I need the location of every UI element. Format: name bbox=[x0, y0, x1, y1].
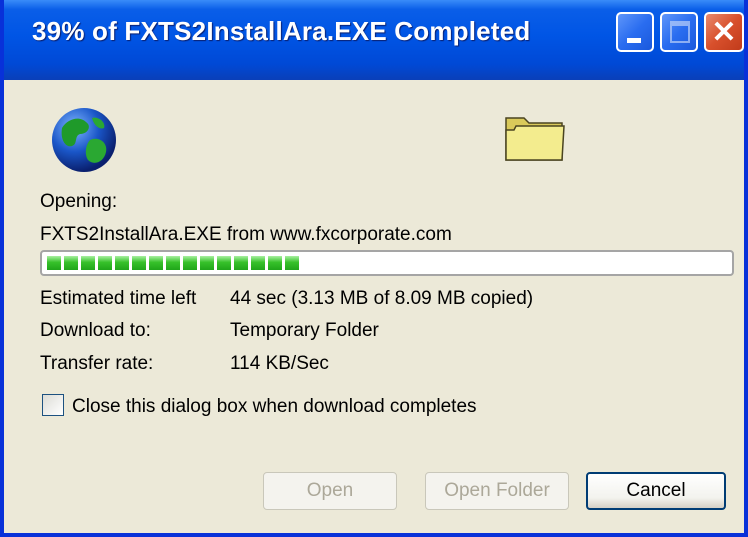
time-left-label: Estimated time left bbox=[40, 288, 197, 309]
open-button[interactable]: Open bbox=[263, 472, 397, 510]
download-to-label: Download to: bbox=[40, 320, 151, 341]
file-source-text: FXTS2InstallAra.EXE from www.fxcorporate… bbox=[40, 224, 452, 245]
cancel-button[interactable]: Cancel bbox=[586, 472, 726, 510]
progress-segment bbox=[200, 256, 214, 270]
progress-segment bbox=[183, 256, 197, 270]
progress-segment bbox=[149, 256, 163, 270]
globe-icon bbox=[52, 108, 116, 172]
download-dialog: 39% of FXTS2InstallAra.EXE Completed ✕ O… bbox=[0, 0, 748, 537]
transfer-rate-label: Transfer rate: bbox=[40, 353, 154, 374]
minimize-button[interactable] bbox=[616, 12, 654, 52]
close-when-done-label[interactable]: Close this dialog box when download comp… bbox=[72, 396, 477, 418]
progress-segment bbox=[217, 256, 231, 270]
progress-segment bbox=[98, 256, 112, 270]
folder-icon bbox=[505, 117, 565, 161]
progress-segment bbox=[166, 256, 180, 270]
close-button[interactable]: ✕ bbox=[704, 12, 744, 52]
minimize-icon bbox=[627, 38, 641, 43]
progress-segment bbox=[64, 256, 78, 270]
progress-segment bbox=[234, 256, 248, 270]
progress-segment bbox=[268, 256, 282, 270]
close-when-done-checkbox[interactable] bbox=[42, 394, 64, 416]
download-progress-bar bbox=[40, 250, 734, 276]
time-left-value: 44 sec (3.13 MB of 8.09 MB copied) bbox=[230, 288, 534, 309]
progress-segment bbox=[81, 256, 95, 270]
progress-segment bbox=[132, 256, 146, 270]
maximize-button bbox=[660, 12, 698, 52]
open-folder-button[interactable]: Open Folder bbox=[425, 472, 569, 510]
transfer-rate-value: 114 KB/Sec bbox=[230, 353, 329, 374]
opening-label: Opening: bbox=[40, 191, 118, 212]
title-bar[interactable]: 39% of FXTS2InstallAra.EXE Completed ✕ bbox=[4, 0, 744, 80]
close-icon: ✕ bbox=[711, 16, 737, 49]
progress-segment bbox=[47, 256, 61, 270]
download-to-value: Temporary Folder bbox=[230, 320, 379, 341]
window-title: 39% of FXTS2InstallAra.EXE Completed bbox=[32, 16, 531, 46]
progress-segment bbox=[285, 256, 299, 270]
progress-segment bbox=[251, 256, 265, 270]
maximize-icon bbox=[670, 21, 690, 43]
progress-segment bbox=[115, 256, 129, 270]
progress-fill bbox=[47, 256, 299, 270]
